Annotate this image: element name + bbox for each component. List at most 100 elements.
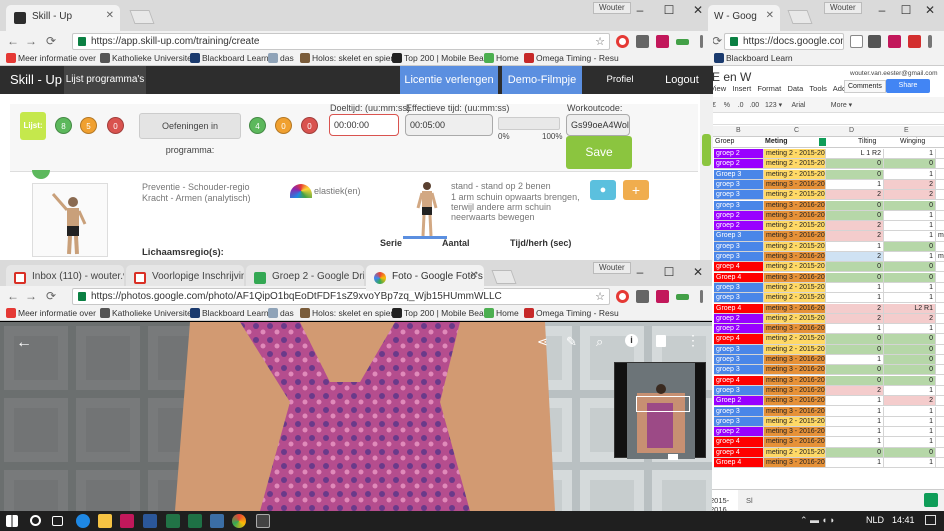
skillup-tab[interactable]: Skill - Up ✕ (6, 5, 120, 31)
table-cell[interactable] (936, 385, 944, 397)
minimize-icon[interactable]: – (626, 262, 654, 282)
table-cell[interactable]: 0 (884, 447, 936, 458)
bookmark-item[interactable]: Katholieke Universiteit (100, 53, 196, 63)
menu-format[interactable]: Format (757, 84, 781, 93)
user-badge[interactable]: Wouter (593, 262, 631, 274)
table-cell[interactable]: groep 3 (714, 282, 764, 294)
col-letter[interactable]: D (849, 127, 854, 134)
table-cell[interactable]: meting 3 - 2016-2017 (764, 458, 826, 469)
table-cell[interactable]: 0 (884, 365, 936, 376)
table-cell[interactable]: 1 (884, 149, 936, 160)
table-cell[interactable]: 2 (826, 231, 884, 242)
extension-icon[interactable] (656, 290, 669, 303)
header-groep[interactable]: Groep (715, 138, 734, 145)
table-cell[interactable]: groep 4 (714, 437, 764, 448)
table-cell[interactable]: groep 2 (714, 313, 764, 324)
cast-icon[interactable] (636, 290, 649, 303)
excel-icon-2[interactable] (188, 514, 202, 528)
table-cell[interactable] (936, 447, 944, 458)
more-options-icon[interactable]: ⋮ (686, 332, 700, 349)
workout-code-input[interactable]: Gs99oeA4Wol (566, 114, 630, 136)
photos-app-icon[interactable] (256, 514, 270, 528)
table-cell[interactable]: groep 3 (714, 200, 764, 211)
bookmark-item[interactable]: Katholieke Universiteit (100, 308, 196, 318)
table-cell[interactable]: meting 2 - 2015-2016 (764, 282, 826, 294)
bookmark-star-icon[interactable] (850, 35, 863, 48)
table-cell[interactable] (936, 365, 944, 376)
forward-icon[interactable]: → (24, 34, 38, 48)
opera-icon[interactable] (616, 35, 629, 48)
bookmark-item[interactable]: das (268, 53, 294, 63)
table-cell[interactable] (936, 324, 944, 335)
table-cell[interactable]: groep 4 (714, 334, 764, 345)
table-cell[interactable] (936, 355, 944, 366)
table-cell[interactable]: groep 3 (714, 293, 764, 304)
table-cell[interactable]: 1 (826, 437, 884, 448)
table-cell[interactable] (936, 375, 944, 386)
table-cell[interactable]: 1 (884, 437, 936, 448)
table-cell[interactable]: 1 (884, 169, 936, 180)
extension-icon-2[interactable] (676, 294, 689, 300)
table-cell[interactable] (936, 406, 944, 417)
cast-icon[interactable] (636, 35, 649, 48)
col-letter[interactable]: C (794, 127, 799, 134)
percent-button[interactable]: % (724, 102, 730, 109)
table-cell[interactable]: 0 (826, 344, 884, 355)
bookmark-star-icon[interactable]: ☆ (595, 290, 605, 303)
table-cell[interactable]: 2 (826, 313, 884, 324)
sheets-tab[interactable]: W - Goog ✕ (708, 5, 780, 31)
table-cell[interactable]: meting 3 - 2016-2017 (764, 324, 826, 335)
font-select[interactable]: Arial (791, 102, 805, 109)
table-cell[interactable]: meting 3 - 2016-2017 (764, 396, 826, 407)
table-cell[interactable]: 1 (884, 252, 936, 263)
table-cell[interactable]: 0 (826, 262, 884, 273)
doc-title[interactable]: E en W (712, 70, 751, 84)
reload-icon[interactable]: ⟳ (44, 289, 58, 303)
table-cell[interactable]: 1 (826, 293, 884, 304)
excel-icon[interactable] (166, 514, 180, 528)
table-cell[interactable]: meting 2 - 2015-2016 (764, 241, 826, 252)
table-cell[interactable]: 1 (884, 324, 936, 335)
nav-logout[interactable]: Logout (662, 66, 702, 94)
table-cell[interactable]: Groep 2 (714, 396, 764, 407)
table-cell[interactable] (936, 210, 944, 221)
table-cell[interactable]: 0 (884, 262, 936, 273)
table-cell[interactable]: meting 2 - 2015-2016 (764, 344, 826, 355)
table-cell[interactable]: 1 (826, 416, 884, 427)
bookmark-star-icon[interactable]: ☆ (595, 35, 605, 48)
extension-icon-2[interactable] (908, 35, 921, 48)
photo-viewer[interactable] (0, 322, 712, 511)
maximize-icon[interactable]: ☐ (655, 262, 683, 282)
start-icon[interactable] (6, 515, 18, 527)
table-cell[interactable] (936, 396, 944, 407)
table-cell[interactable] (936, 344, 944, 355)
table-cell[interactable]: 1 (826, 241, 884, 252)
table-cell[interactable]: Groep 4 (714, 458, 764, 469)
table-cell[interactable]: 1 (826, 179, 884, 191)
table-cell[interactable]: groep 4 (714, 375, 764, 386)
table-cell[interactable]: groep 3 (714, 416, 764, 427)
table-cell[interactable]: 2 (884, 313, 936, 324)
table-cell[interactable]: meting 2 - 2015-2016 (764, 293, 826, 304)
table-cell[interactable] (936, 221, 944, 232)
table-cell[interactable]: 0 (884, 375, 936, 386)
table-cell[interactable]: groep 3 (714, 241, 764, 252)
edge-icon[interactable] (76, 514, 90, 528)
table-cell[interactable] (936, 169, 944, 180)
table-cell[interactable]: meting 2 - 2015-2016 (764, 447, 826, 458)
table-cell[interactable]: 0 (884, 241, 936, 252)
table-cell[interactable] (936, 149, 944, 160)
table-cell[interactable]: groep 3 (714, 385, 764, 397)
edit-icon[interactable]: ✎ (566, 334, 577, 350)
extension-icon[interactable] (888, 35, 901, 48)
table-cell[interactable]: 1 (884, 406, 936, 417)
col-letter[interactable]: B (736, 127, 741, 134)
table-cell[interactable]: groep 2 (714, 149, 764, 160)
clock[interactable]: 14:41 (892, 515, 915, 525)
table-cell[interactable]: moe (936, 252, 944, 263)
bookmark-item[interactable]: Home (484, 53, 519, 63)
table-cell[interactable]: 2 (826, 252, 884, 263)
table-cell[interactable] (936, 416, 944, 427)
table-cell[interactable]: 0 (826, 334, 884, 345)
app-icon[interactable] (120, 514, 134, 528)
